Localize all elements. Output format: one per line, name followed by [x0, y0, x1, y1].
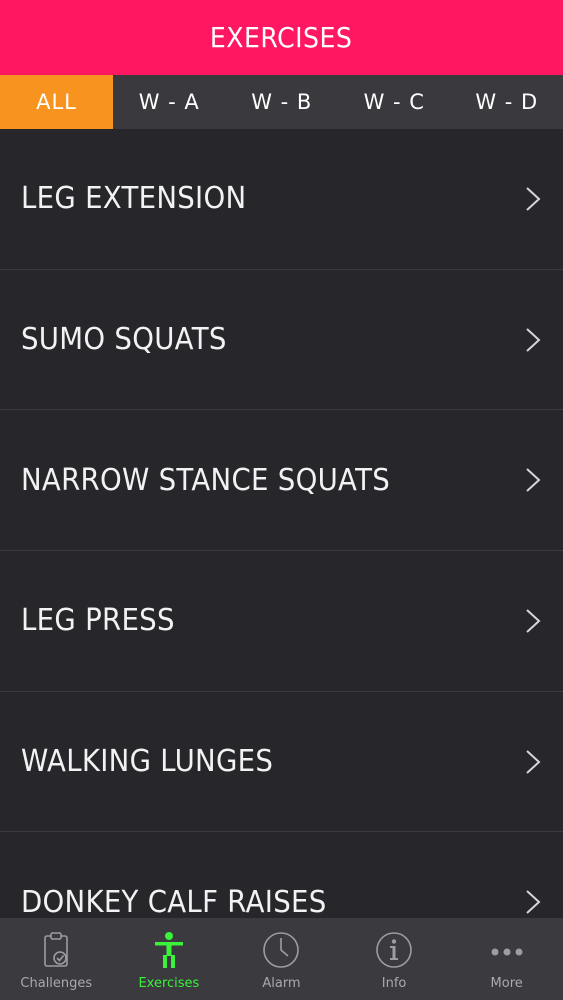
person-figure-icon	[154, 932, 183, 968]
tabbar-label: Info	[381, 976, 407, 991]
tabbar-item-info[interactable]: Info	[338, 918, 451, 1000]
clipboard-check-icon	[44, 932, 69, 967]
tab-label: W - C	[363, 90, 425, 114]
chevron-right-icon	[526, 609, 541, 633]
tabbar-label: Challenges	[20, 976, 93, 991]
tabbar-item-more[interactable]: More	[450, 918, 563, 1000]
tabbar-item-challenges[interactable]: Challenges	[0, 918, 113, 1000]
exercise-label: NARROW STANCE SQUATS	[21, 462, 391, 498]
tabbar-item-alarm[interactable]: Alarm	[225, 918, 338, 1000]
exercise-list: LEG EXTENSION SUMO SQUATS NARROW STANCE …	[0, 129, 563, 918]
filter-tabs: ALL W - A W - B W - C W - D	[0, 75, 563, 129]
bottom-tab-bar: Challenges Exercises Alarm Info More	[0, 918, 563, 1000]
list-item[interactable]: LEG EXTENSION	[0, 129, 563, 270]
list-item[interactable]: LEG PRESS	[0, 551, 563, 692]
exercise-label: LEG EXTENSION	[21, 181, 247, 217]
tab-label: W - D	[475, 90, 539, 114]
tabbar-label: Exercises	[138, 976, 200, 991]
info-icon	[376, 932, 412, 968]
tabbar-label: Alarm	[262, 976, 301, 991]
tabbar-label: More	[490, 976, 523, 991]
clock-icon	[263, 932, 300, 968]
more-dots-icon	[491, 948, 523, 956]
list-item[interactable]: NARROW STANCE SQUATS	[0, 410, 563, 552]
tab-w-b[interactable]: W - B	[226, 75, 339, 129]
tab-w-d[interactable]: W - D	[451, 75, 563, 129]
tab-label: W - A	[138, 90, 200, 114]
exercise-label: DONKEY CALF RAISES	[21, 884, 327, 918]
chevron-right-icon	[526, 187, 541, 211]
chevron-right-icon	[526, 468, 541, 492]
exercise-label: SUMO SQUATS	[21, 322, 227, 358]
list-item[interactable]: SUMO SQUATS	[0, 270, 563, 411]
chevron-right-icon	[526, 749, 541, 774]
tab-label: W - B	[251, 90, 313, 114]
page-title: EXERCISES	[210, 21, 353, 54]
list-item[interactable]: WALKING LUNGES	[0, 692, 563, 833]
exercise-label: LEG PRESS	[21, 603, 175, 639]
tab-w-c[interactable]: W - C	[338, 75, 451, 129]
tabbar-item-exercises[interactable]: Exercises	[113, 918, 226, 1000]
app-header: EXERCISES	[0, 0, 563, 75]
tab-w-a[interactable]: W - A	[113, 75, 226, 129]
chevron-right-icon	[526, 327, 541, 352]
chevron-right-icon	[526, 890, 541, 915]
tab-label: ALL	[36, 90, 77, 114]
tab-all[interactable]: ALL	[0, 75, 113, 129]
list-item[interactable]: DONKEY CALF RAISES	[0, 832, 563, 918]
exercise-label: WALKING LUNGES	[21, 744, 274, 780]
